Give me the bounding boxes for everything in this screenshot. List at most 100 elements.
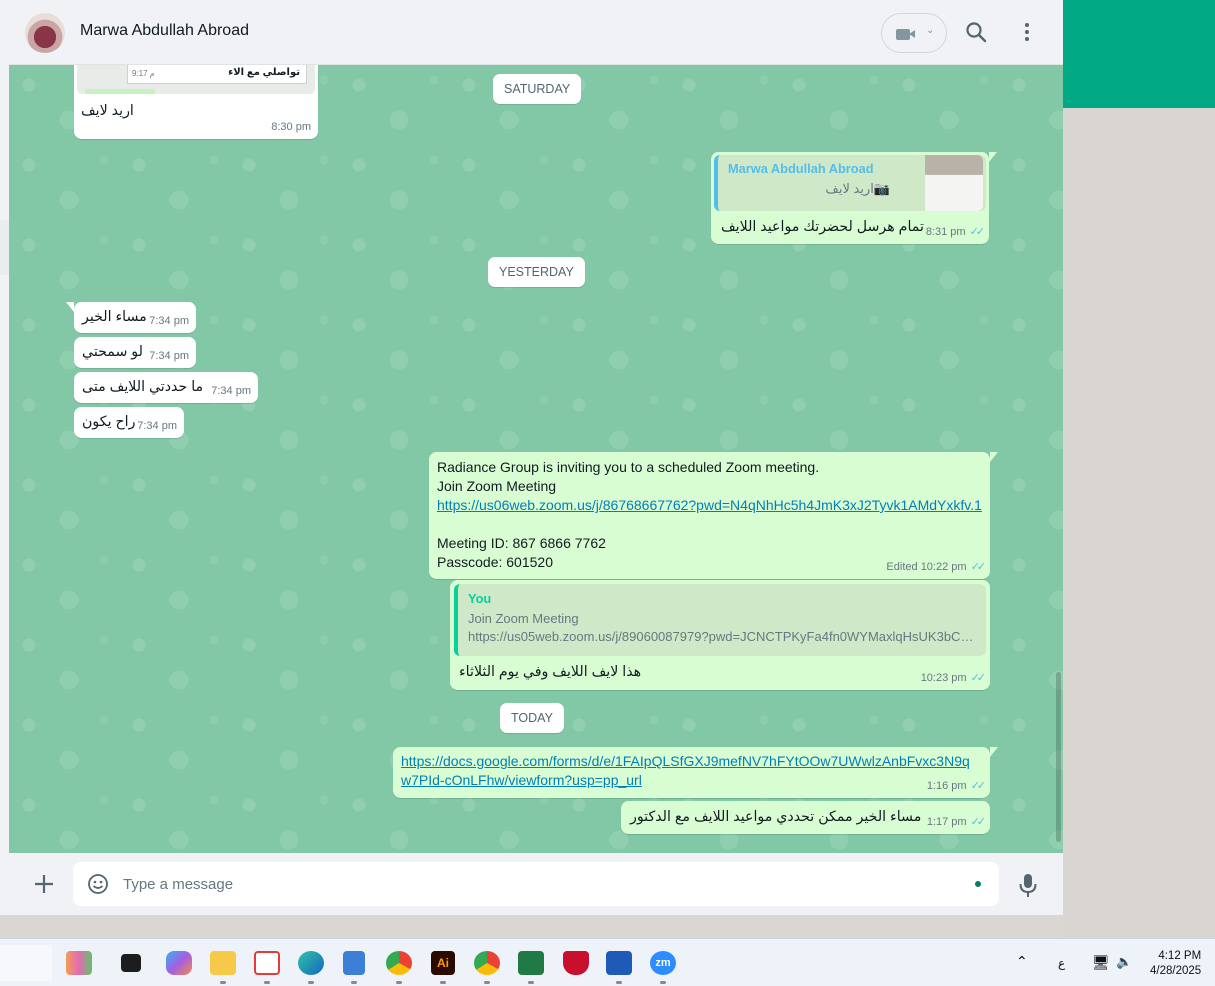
status-dot [975, 881, 981, 887]
message-incoming[interactable]: لو سمحتي 7:34 pm [74, 337, 196, 368]
edited-label: Edited [886, 561, 918, 573]
video-call-button[interactable]: ⌄ [881, 13, 947, 53]
thumbnail-caption: تواصلي مع الاء [228, 67, 300, 78]
zoom-icon[interactable]: zm [650, 951, 676, 975]
windows-taskbar: Ai zm ⌃ ع 🖥 🔈 4:12 PM 4/28/2025 [0, 938, 1215, 986]
chat-panel[interactable]: تواصلي مع الاء 9:17 م اريد لايف 8:30 pm … [9, 65, 1063, 853]
message-outgoing[interactable]: Radiance Group is inviting you to a sche… [429, 452, 998, 579]
attach-plus-icon[interactable] [33, 873, 55, 895]
message-text: مساء الخير ممكن تحددي مواعيد اللايف مع ا… [630, 809, 922, 825]
task-view-icon[interactable] [121, 954, 141, 972]
copilot-icon[interactable] [166, 951, 192, 975]
window-left-edge [0, 0, 9, 915]
microphone-icon[interactable] [1017, 872, 1039, 898]
google-form-link[interactable]: https://docs.google.com/forms/d/e/1FAIpQ… [401, 752, 976, 790]
message-composer [9, 853, 1063, 915]
illustrator-icon[interactable]: Ai [431, 951, 455, 975]
file-explorer-icon[interactable] [210, 951, 236, 975]
meeting-id: Meeting ID: 867 6866 7762 [437, 535, 606, 551]
read-ticks-icon: ✓✓ [970, 816, 987, 828]
message-outgoing[interactable]: You Join Zoom Meeting https://us05web.zo… [450, 580, 990, 690]
message-time: 10:22 pm [920, 561, 967, 573]
message-text: راح يكون [82, 414, 136, 430]
message-time: 8:30 pm [271, 121, 311, 133]
message-time: 8:31 pm [925, 226, 966, 238]
message-incoming[interactable]: مساء الخير 7:34 pm [66, 302, 196, 333]
message-text: اريد لايف [81, 103, 134, 119]
message-incoming[interactable]: راح يكون 7:34 pm [74, 407, 184, 438]
network-icon[interactable]: 🖥 [1092, 954, 1110, 971]
mcafee-icon[interactable] [563, 951, 589, 975]
message-text: لو سمحتي [82, 344, 143, 360]
message-time: 7:34 pm [211, 385, 251, 397]
snipping-tool-icon[interactable] [254, 951, 280, 975]
message-meta: 8:31 pm ✓✓ [925, 225, 986, 238]
thumbnail-inner-bubble: تواصلي مع الاء 9:17 م [127, 65, 307, 84]
message-incoming[interactable]: تواصلي مع الاء 9:17 م اريد لايف 8:30 pm [74, 65, 318, 139]
thumbnail-time: 9:17 م [132, 69, 155, 78]
notepad-icon[interactable] [343, 951, 365, 975]
quoted-link: https://us05web.zoom.us/j/89060087979?pw… [468, 629, 976, 644]
scrollbar[interactable] [1056, 672, 1061, 842]
search-icon[interactable] [964, 20, 988, 44]
message-text: هذا لايف اللايف وفي يوم الثلاثاء [459, 664, 642, 680]
message-time: 1:16 pm [926, 780, 967, 792]
message-text: تمام هرسل لحضرتك مواعيد اللايف [721, 219, 924, 235]
running-indicator [308, 981, 314, 984]
chrome-icon[interactable] [386, 951, 412, 975]
message-meta: 1:17 pm ✓✓ [926, 815, 987, 828]
running-indicator [264, 981, 270, 984]
read-ticks-icon: ✓✓ [970, 780, 987, 792]
message-outgoing[interactable]: Marwa Abdullah Abroad 📷اريد لايف تمام هر… [711, 152, 997, 244]
message-input-box[interactable] [73, 862, 999, 906]
date-divider-today: TODAY [500, 703, 564, 733]
image-thumbnail[interactable]: تواصلي مع الاء 9:17 م [77, 65, 315, 94]
system-clock[interactable]: 4:12 PM 4/28/2025 [1150, 949, 1201, 979]
quoted-message[interactable]: Marwa Abdullah Abroad 📷اريد لايف [714, 155, 986, 211]
running-indicator [528, 981, 534, 984]
message-line: Join Zoom Meeting [437, 478, 557, 494]
zoom-link[interactable]: https://us06web.zoom.us/j/86768667762?pw… [437, 496, 982, 515]
running-indicator [220, 981, 226, 984]
running-indicator [616, 981, 622, 984]
message-meta: 10:23 pm ✓✓ [921, 671, 986, 684]
contact-name[interactable]: Marwa Abdullah Abroad [80, 22, 249, 40]
running-indicator [351, 981, 357, 984]
excel-icon[interactable] [518, 951, 544, 975]
chevron-up-icon[interactable]: ⌃ [1016, 953, 1028, 970]
edge-handle [0, 220, 9, 275]
widgets-icon[interactable] [66, 951, 92, 975]
quoted-sender: You [468, 591, 492, 606]
edge-icon[interactable] [298, 951, 324, 975]
message-text: مساء الخير [82, 309, 147, 325]
word-icon[interactable] [606, 951, 632, 975]
volume-icon[interactable]: 🔈 [1116, 954, 1132, 970]
thumbnail-strip [85, 89, 155, 94]
quoted-message[interactable]: You Join Zoom Meeting https://us05web.zo… [454, 584, 986, 656]
avatar[interactable] [25, 13, 65, 53]
app-accent-bar [1063, 0, 1215, 108]
menu-dots-icon[interactable] [1017, 20, 1037, 44]
read-ticks-icon: ✓✓ [969, 226, 986, 238]
message-time: 7:34 pm [149, 315, 189, 327]
date-divider-saturday: SATURDAY [493, 74, 582, 104]
date-divider-yesterday: YESTERDAY [488, 257, 585, 287]
clock-date: 4/28/2025 [1150, 965, 1202, 977]
search-strip[interactable] [0, 945, 52, 981]
message-outgoing[interactable]: مساء الخير ممكن تحددي مواعيد اللايف مع ا… [621, 801, 990, 834]
quoted-text: اريد لايف [825, 181, 874, 196]
message-line: Radiance Group is inviting you to a sche… [437, 459, 820, 475]
chrome-profile-icon[interactable] [474, 951, 500, 975]
read-ticks-icon: ✓✓ [970, 561, 987, 573]
message-time: 1:17 pm [926, 816, 967, 828]
camera-icon: 📷 [873, 181, 890, 196]
running-indicator [660, 981, 666, 984]
chevron-down-icon: ⌄ [926, 25, 935, 36]
language-indicator[interactable]: ع [1058, 956, 1065, 970]
message-outgoing[interactable]: https://docs.google.com/forms/d/e/1FAIpQ… [393, 747, 998, 798]
message-incoming[interactable]: ما حددتي اللايف متى 7:34 pm [74, 372, 258, 403]
message-input[interactable] [123, 862, 963, 906]
video-camera-icon [896, 29, 915, 40]
background-panel [1063, 108, 1215, 938]
sticker-emoji-icon[interactable] [87, 873, 109, 895]
